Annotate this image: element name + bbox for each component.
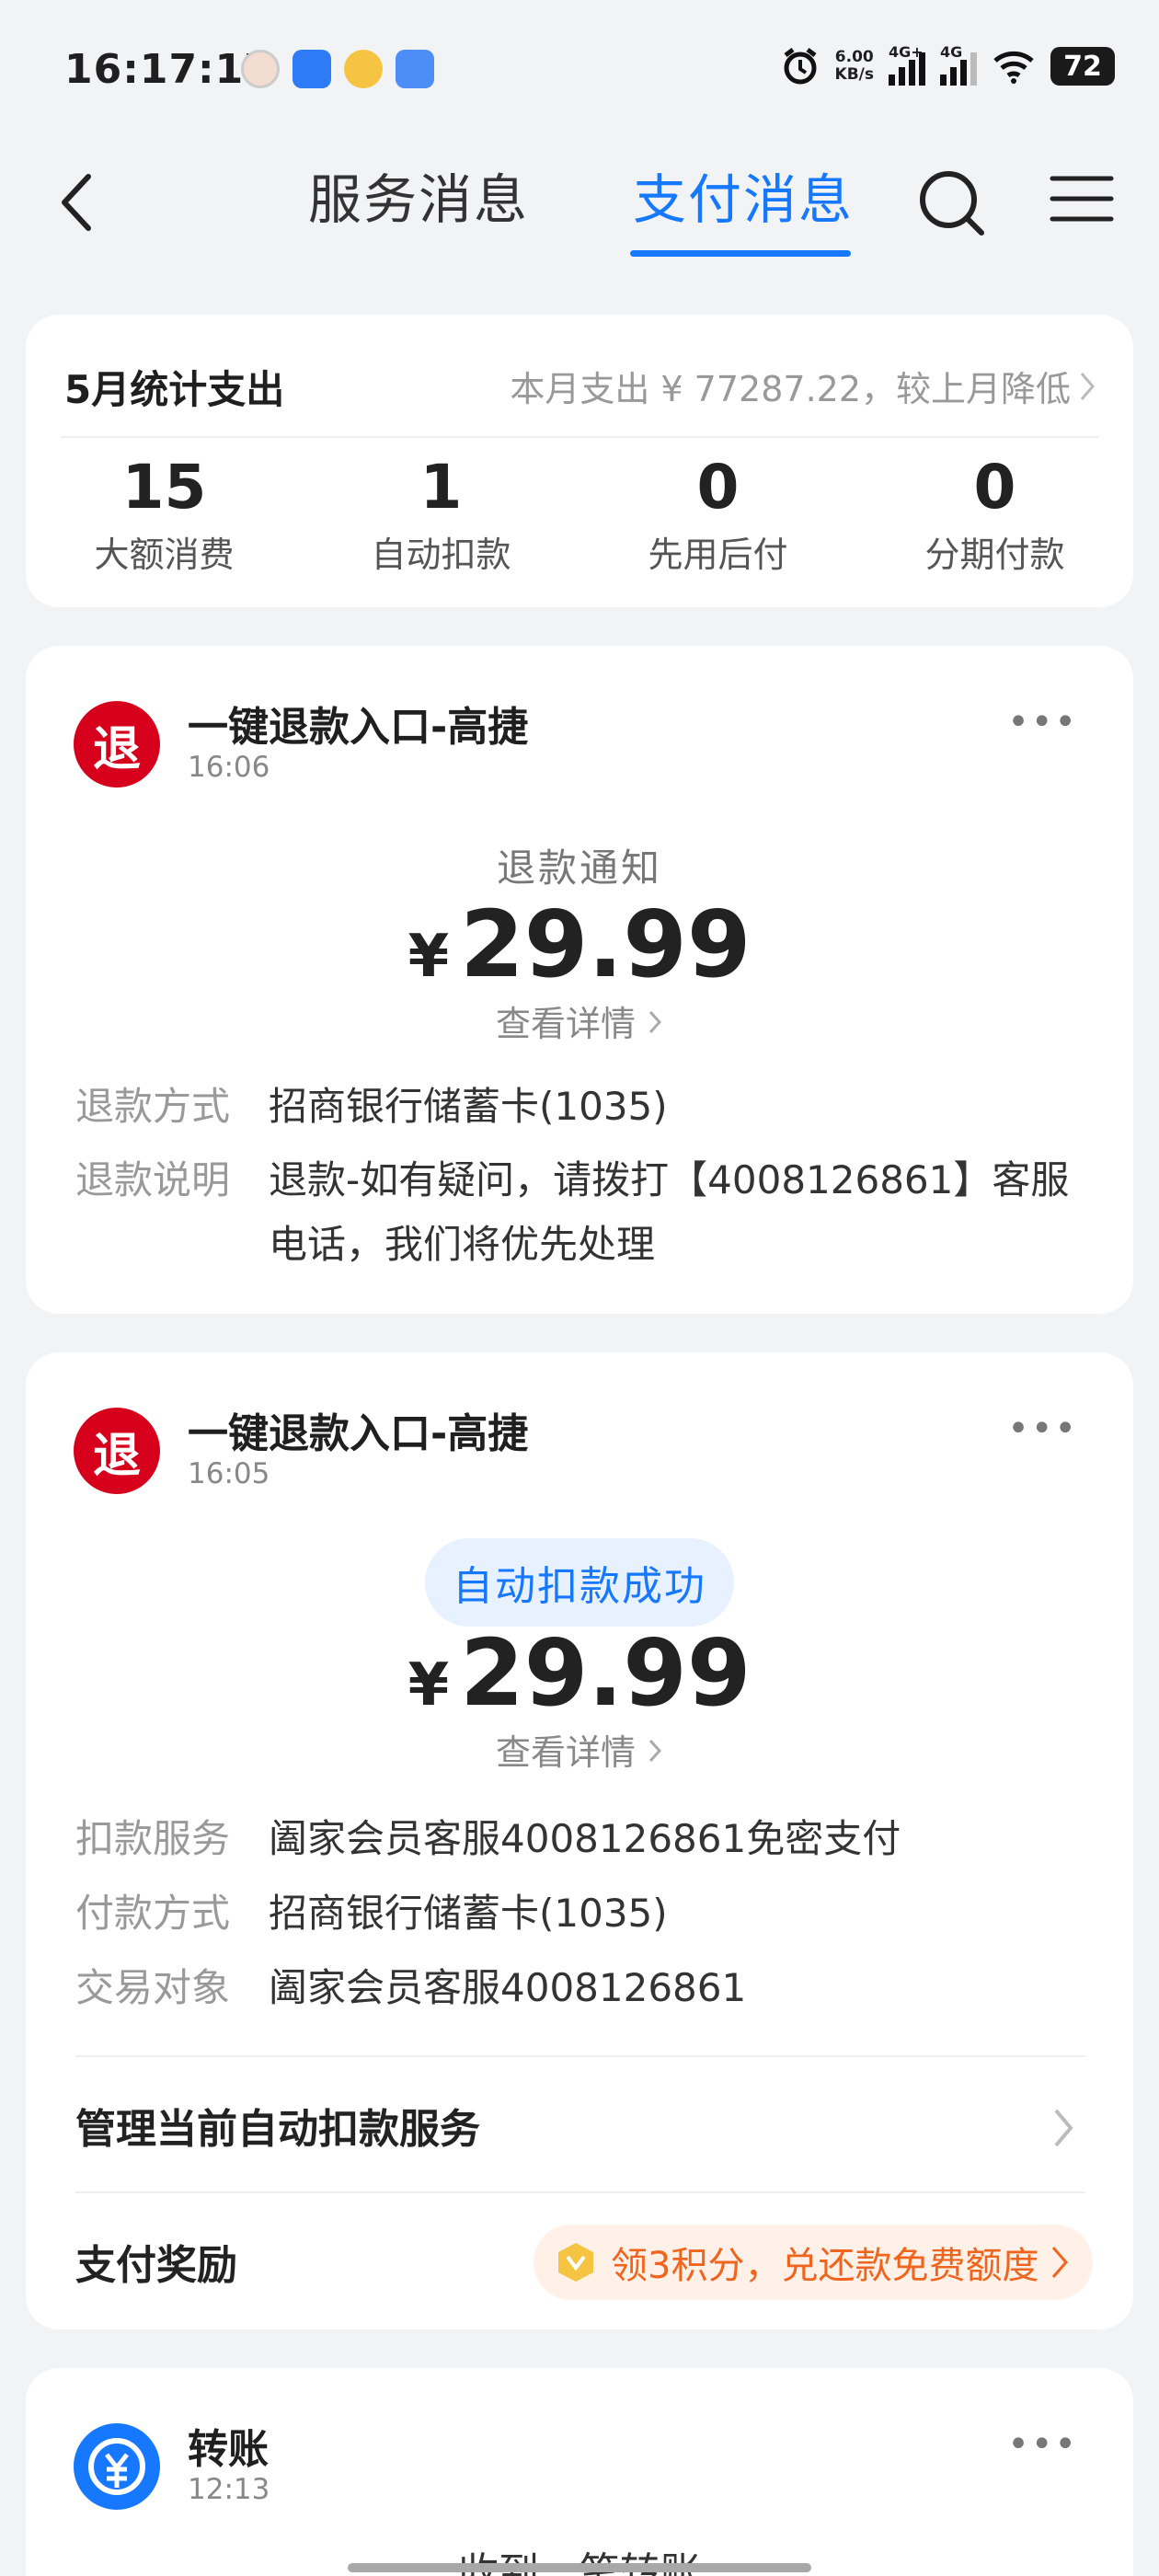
refund-message-card[interactable]: 退 一键退款入口-高捷 16:06 ••• 退款通知 ¥29.99 查看详情 退… bbox=[26, 646, 1133, 1314]
header: 服务消息 支付消息 bbox=[0, 138, 1159, 267]
status-app-icons bbox=[241, 50, 434, 88]
status-indicators: 6.00 KB/s 4G+ 4G 72 bbox=[780, 43, 1115, 86]
files-app-icon bbox=[396, 50, 434, 88]
stat-large-spend[interactable]: 15 大额消费 bbox=[26, 443, 303, 577]
chevron-right-icon bbox=[648, 1010, 662, 1034]
message-time: 16:05 bbox=[188, 1457, 270, 1490]
message-kind: 退款通知 bbox=[496, 845, 662, 891]
tab-service-messages[interactable]: 服务消息 bbox=[308, 156, 529, 234]
status-badge: 自动扣款成功 bbox=[425, 1538, 734, 1627]
summary-stats: 15 大额消费 1 自动扣款 0 先用后付 0 分期付款 bbox=[26, 443, 1133, 577]
back-icon[interactable] bbox=[52, 166, 107, 239]
stat-auto-debit[interactable]: 1 自动扣款 bbox=[303, 443, 580, 577]
avatar-app-icon bbox=[241, 50, 280, 88]
reward-points-button[interactable]: 领3积分，兑还款免费额度 bbox=[534, 2225, 1093, 2300]
auto-debit-message-card[interactable]: 退 一键退款入口-高捷 16:05 ••• 自动扣款成功 ¥29.99 查看详情… bbox=[26, 1352, 1133, 2329]
stat-pay-later[interactable]: 0 先用后付 bbox=[580, 443, 856, 577]
transfer-logo-icon bbox=[74, 2423, 160, 2510]
message-sender: 转账 bbox=[188, 2426, 269, 2473]
view-details-link[interactable]: 查看详情 bbox=[26, 1724, 1133, 1775]
tab-payment-messages[interactable]: 支付消息 bbox=[633, 156, 854, 234]
more-options-icon[interactable]: ••• bbox=[1007, 2423, 1078, 2466]
stat-installment[interactable]: 0 分期付款 bbox=[856, 443, 1133, 577]
debit-amount: ¥29.99 bbox=[407, 1619, 752, 1727]
summary-title: 5月统计支出 bbox=[64, 367, 285, 412]
refund-logo-icon: 退 bbox=[74, 1408, 160, 1494]
status-bar: 16:17:17 6.00 KB/s 4G+ 4G 72 bbox=[0, 0, 1159, 138]
view-details-link[interactable]: 查看详情 bbox=[26, 995, 1133, 1046]
battery-icon: 72 bbox=[1050, 47, 1115, 86]
message-time: 16:06 bbox=[188, 751, 270, 784]
chevron-right-icon bbox=[1080, 372, 1095, 400]
divider bbox=[75, 2191, 1085, 2193]
browser-app-icon bbox=[293, 50, 331, 88]
refund-logo-icon: 退 bbox=[74, 701, 160, 788]
divider bbox=[75, 2055, 1085, 2057]
message-time: 12:13 bbox=[188, 2473, 270, 2506]
counterparty-row: 交易对象 阖家会员客服4008126861 bbox=[75, 1965, 747, 2010]
refund-note-row: 退款说明 退款-如有疑问，请拨打【4008126861】客服 电话，我们将优先处理 bbox=[75, 1157, 1070, 1267]
message-sender: 一键退款入口-高捷 bbox=[188, 704, 529, 751]
active-tab-indicator bbox=[630, 250, 851, 257]
wifi-icon bbox=[993, 51, 1034, 84]
more-options-icon[interactable]: ••• bbox=[1007, 1408, 1078, 1450]
menu-icon[interactable] bbox=[1049, 171, 1115, 226]
payment-reward-label: 支付奖励 bbox=[75, 2242, 237, 2289]
divider bbox=[61, 436, 1098, 438]
debit-service-row: 扣款服务 阖家会员客服4008126861免密支付 bbox=[75, 1816, 901, 1861]
home-indicator[interactable] bbox=[348, 2563, 811, 2572]
search-icon[interactable] bbox=[915, 161, 989, 244]
message-sender: 一键退款入口-高捷 bbox=[188, 1410, 529, 1457]
signal-4gplus-icon: 4G+ bbox=[889, 43, 925, 86]
chevron-right-icon bbox=[1052, 2247, 1069, 2278]
refund-amount: ¥29.99 bbox=[407, 891, 752, 998]
net-speed: 6.00 KB/s bbox=[834, 48, 874, 84]
coin-icon bbox=[558, 2243, 593, 2282]
alarm-icon bbox=[784, 48, 817, 85]
payment-method-row: 付款方式 招商银行储蓄卡(1035) bbox=[75, 1891, 668, 1936]
monthly-summary-card[interactable]: 5月统计支出 本月支出 ¥ 77287.22，较上月降低 15 大额消费 1 自动扣… bbox=[26, 315, 1133, 607]
signal-4g-icon: 4G bbox=[940, 43, 977, 86]
refund-method-row: 退款方式 招商银行储蓄卡(1035) bbox=[75, 1084, 668, 1129]
manage-auto-debit-link[interactable]: 管理当前自动扣款服务 bbox=[75, 2096, 480, 2155]
more-options-icon[interactable]: ••• bbox=[1007, 701, 1078, 743]
weibo-icon bbox=[344, 50, 383, 88]
chevron-right-icon[interactable] bbox=[1050, 2105, 1078, 2151]
chevron-right-icon bbox=[648, 1739, 662, 1763]
summary-monthly-spend[interactable]: 本月支出 ¥ 77287.22，较上月降低 bbox=[510, 361, 1096, 411]
